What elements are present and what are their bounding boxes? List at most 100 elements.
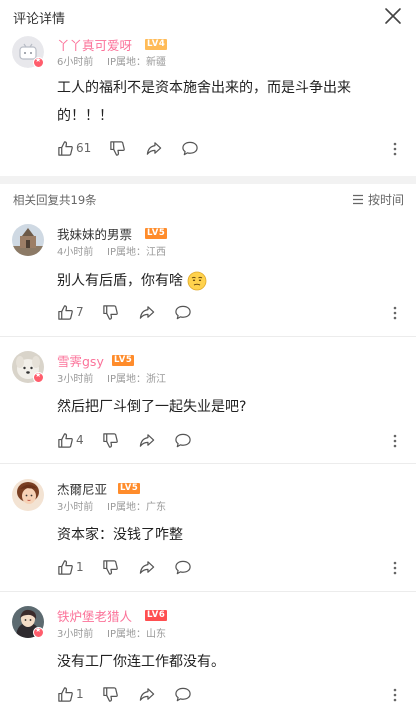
thumb-up-icon [58, 432, 73, 448]
comment-text-line: 工人的福利不是资本施舍出来的，而是斗争出来 [57, 80, 351, 96]
comment-ip: IP属地：山东 [107, 629, 166, 640]
like-button[interactable]: 1 [57, 684, 84, 704]
more-button[interactable] [393, 560, 397, 579]
level-badge: LV5 [118, 483, 141, 494]
reply-bubble-icon [175, 687, 191, 701]
like-button[interactable]: 7 [57, 302, 84, 322]
reply-bubble-icon [182, 141, 198, 155]
thumb-down-icon [103, 432, 118, 448]
comment-content: 没有工厂你连工作都没有。 [57, 648, 225, 676]
thumb-down-icon [103, 686, 118, 702]
share-icon [139, 687, 155, 701]
comment-actions: 1 [57, 684, 407, 704]
reply-bubble-icon [175, 305, 191, 319]
dislike-button[interactable] [102, 430, 119, 450]
comment-time: 3小时前 [57, 502, 94, 513]
share-button[interactable] [138, 557, 156, 577]
portrait-avatar-icon [12, 479, 44, 511]
comment-text: 然后把厂斗倒了一起失业是吧? [57, 399, 247, 415]
reply-button[interactable] [174, 684, 192, 704]
share-button[interactable] [138, 684, 156, 704]
row-divider [0, 463, 416, 464]
like-count: 1 [76, 687, 84, 701]
comment-text: 资本家：没钱了咋整 [57, 527, 183, 543]
like-button[interactable]: 4 [57, 430, 84, 450]
comment-content: 工人的福利不是资本施舍出来的，而是斗争出来 的！！！ [57, 74, 407, 130]
sort-toggle-button[interactable]: 按时间 [352, 191, 404, 208]
dislike-button[interactable] [102, 302, 119, 322]
comment-username[interactable]: 杰爾尼亚 [57, 479, 107, 498]
section-divider [0, 176, 416, 184]
emoji-icon [188, 271, 207, 291]
dislike-button[interactable] [102, 557, 119, 577]
comment-actions: 61 [57, 138, 407, 158]
vip-badge-icon [33, 56, 44, 68]
row-divider [0, 336, 416, 337]
more-button[interactable] [393, 687, 397, 706]
comment-content: 然后把厂斗倒了一起失业是吧? [57, 393, 246, 421]
close-icon [385, 8, 401, 24]
thumb-up-icon [58, 559, 73, 575]
dislike-button[interactable] [102, 684, 119, 704]
reply-button[interactable] [181, 138, 199, 158]
more-button[interactable] [393, 433, 397, 452]
thumb-up-icon [58, 686, 73, 702]
replies-header: 相关回复共19条 按时间 [0, 184, 416, 214]
like-button[interactable]: 61 [57, 138, 91, 158]
comment-content: 别人有后盾，你有啥 [57, 267, 207, 295]
level-badge: LV5 [145, 228, 168, 239]
more-vertical-icon [393, 306, 397, 320]
share-button[interactable] [145, 138, 163, 158]
more-vertical-icon [393, 688, 397, 702]
more-vertical-icon [393, 142, 397, 156]
share-button[interactable] [138, 430, 156, 450]
comment-username[interactable]: 我妹妹的男票 [57, 224, 132, 243]
like-count: 1 [76, 560, 84, 574]
comment-time: 4小时前 [57, 247, 94, 258]
like-count: 61 [76, 141, 92, 155]
more-button[interactable] [393, 141, 397, 160]
comment-ip: IP属地：江西 [107, 247, 166, 258]
dislike-button[interactable] [109, 138, 126, 158]
comment-time: 3小时前 [57, 629, 94, 640]
share-icon [139, 433, 155, 447]
sort-label: 按时间 [367, 193, 404, 207]
page-title: 评论详情 [13, 12, 66, 27]
level-badge: LV5 [112, 355, 135, 366]
vip-badge-icon [33, 626, 44, 638]
share-icon [139, 305, 155, 319]
like-button[interactable]: 1 [57, 557, 84, 577]
close-button[interactable] [382, 5, 404, 27]
comment-time: 3小时前 [57, 374, 94, 385]
building-photo-avatar-icon [12, 224, 44, 256]
thumb-up-icon [58, 304, 73, 320]
comment-ip: IP属地：浙江 [107, 374, 166, 385]
avatar[interactable] [12, 224, 44, 256]
comment-text: 别人有后盾，你有啥 [57, 273, 183, 289]
reply-button[interactable] [174, 430, 192, 450]
thumb-down-icon [103, 304, 118, 320]
reply-button[interactable] [174, 557, 192, 577]
more-button[interactable] [393, 305, 397, 324]
avatar[interactable] [12, 479, 44, 511]
row-divider [0, 591, 416, 592]
share-icon [146, 141, 162, 155]
comment-actions: 7 [57, 302, 407, 322]
comment-ip: IP属地：广东 [107, 502, 166, 513]
reply-bubble-icon [175, 433, 191, 447]
reply-bubble-icon [175, 560, 191, 574]
level-badge: LV6 [145, 610, 168, 621]
comment-ip: IP属地：新疆 [107, 57, 166, 68]
comment-actions: 1 [57, 557, 407, 577]
reply-button[interactable] [174, 302, 192, 322]
comment-actions: 4 [57, 430, 407, 450]
comment-username[interactable]: 丫丫真可爱呀 [57, 35, 132, 54]
comment-username[interactable]: 雪霁gsy [57, 351, 104, 370]
like-count: 7 [76, 305, 84, 319]
share-icon [139, 560, 155, 574]
more-vertical-icon [393, 434, 397, 448]
like-count: 4 [76, 433, 84, 447]
thumb-down-icon [103, 559, 118, 575]
share-button[interactable] [138, 302, 156, 322]
comment-username[interactable]: 铁炉堡老猎人 [57, 606, 132, 625]
